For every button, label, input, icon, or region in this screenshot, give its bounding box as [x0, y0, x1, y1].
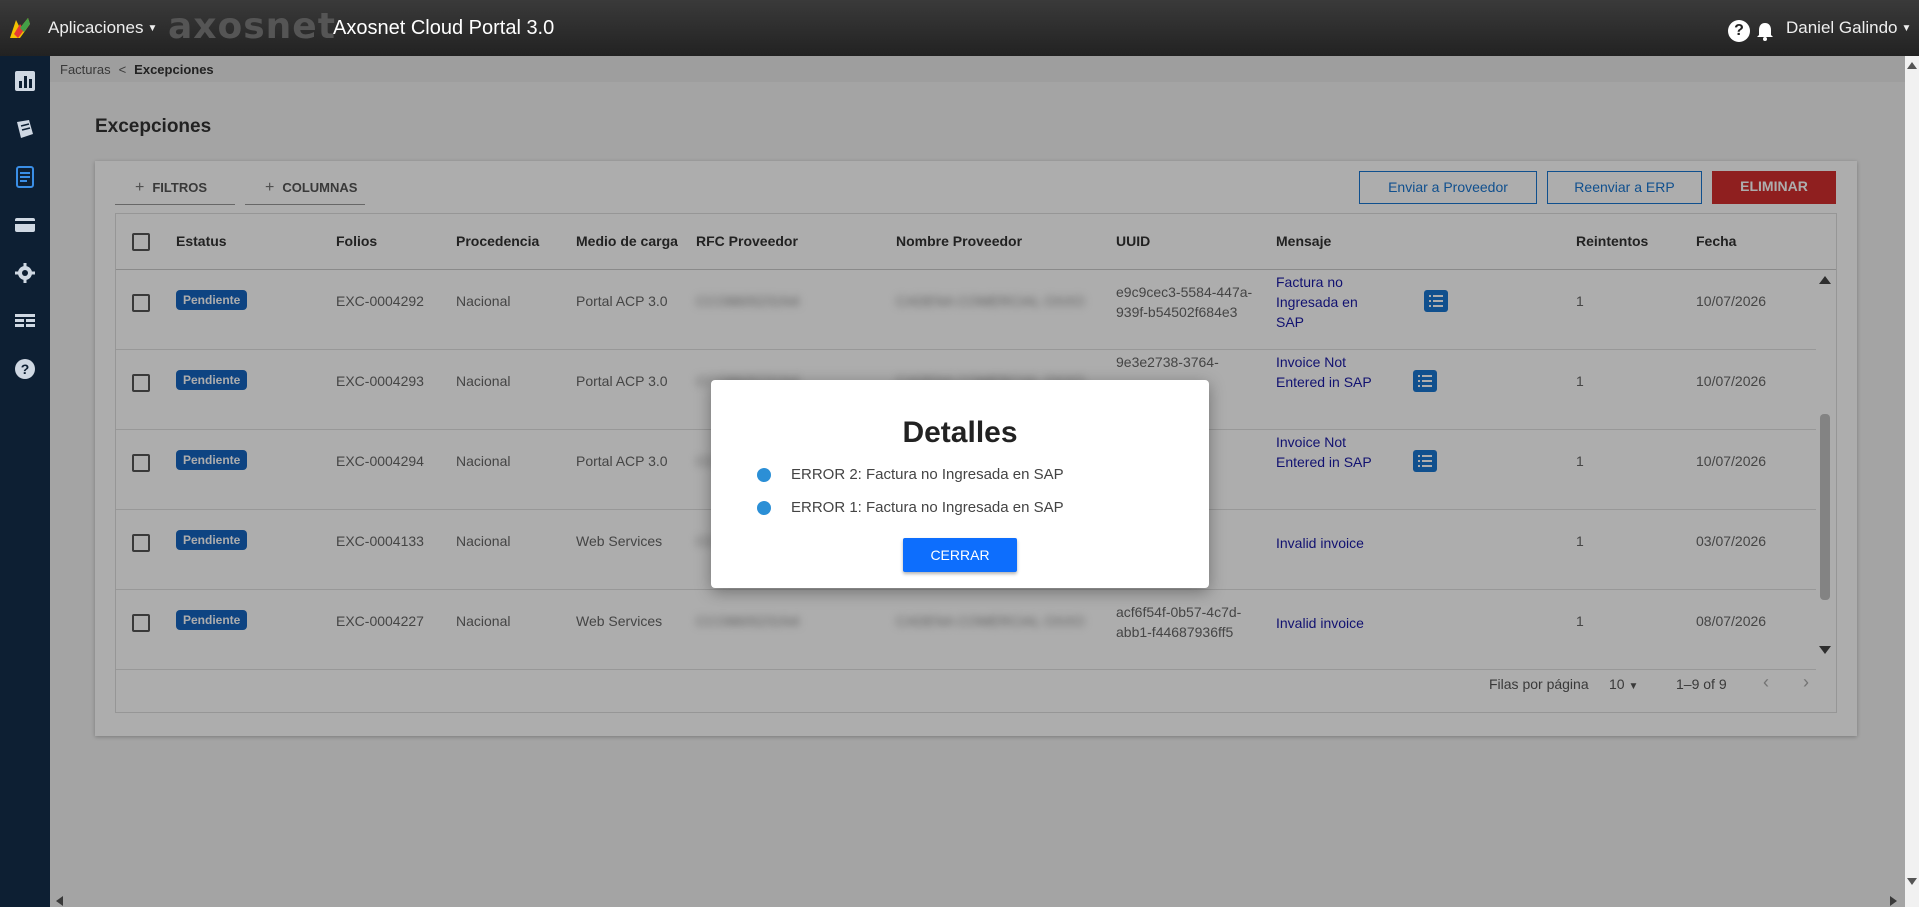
error-item: ERROR 2: Factura no Ingresada en SAP	[757, 466, 1064, 483]
help-circle-icon[interactable]: ?	[12, 356, 38, 382]
payments-card-icon[interactable]	[12, 212, 38, 238]
brand-logo: axosnet	[168, 6, 336, 47]
chevron-down-icon: ▼	[147, 23, 158, 35]
portal-title: Axosnet Cloud Portal 3.0	[333, 17, 555, 39]
top-bar: Aplicaciones ▼ axosnet Axosnet Cloud Port…	[0, 0, 1919, 56]
error-item: ERROR 1: Factura no Ingresada en SAP	[757, 499, 1064, 516]
details-dialog: Detalles ERROR 2: Factura no Ingresada e…	[711, 380, 1209, 588]
page-scroll-up-icon[interactable]	[1907, 62, 1917, 69]
settings-gear-icon[interactable]	[12, 260, 38, 286]
dashboard-chart-icon[interactable]	[12, 68, 38, 94]
apps-menu-label: Aplicaciones	[48, 18, 144, 37]
user-menu[interactable]: Daniel Galindo ▼	[1786, 18, 1911, 38]
documents-icon[interactable]	[12, 116, 38, 142]
chevron-down-icon: ▼	[1901, 23, 1912, 35]
dialog-title: Detalles	[902, 416, 1018, 449]
table-icon[interactable]	[12, 308, 38, 334]
error-text: ERROR 1: Factura no Ingresada en SAP	[791, 499, 1064, 516]
error-text: ERROR 2: Factura no Ingresada en SAP	[791, 466, 1064, 483]
bullet-dot-icon	[757, 501, 771, 516]
close-button[interactable]: CERRAR	[903, 538, 1017, 572]
app-logo-icon[interactable]	[6, 14, 34, 42]
apps-menu[interactable]: Aplicaciones ▼	[48, 18, 157, 38]
page-scrollbar[interactable]	[1905, 56, 1919, 907]
bell-icon[interactable]	[1754, 20, 1776, 42]
sidebar: ?	[0, 56, 50, 907]
invoices-icon[interactable]	[12, 164, 38, 190]
help-icon[interactable]: ?	[1728, 20, 1750, 42]
svg-text:?: ?	[21, 361, 30, 377]
user-name: Daniel Galindo	[1786, 18, 1898, 37]
page-scroll-down-icon[interactable]	[1907, 878, 1917, 885]
bullet-dot-icon	[757, 468, 771, 483]
